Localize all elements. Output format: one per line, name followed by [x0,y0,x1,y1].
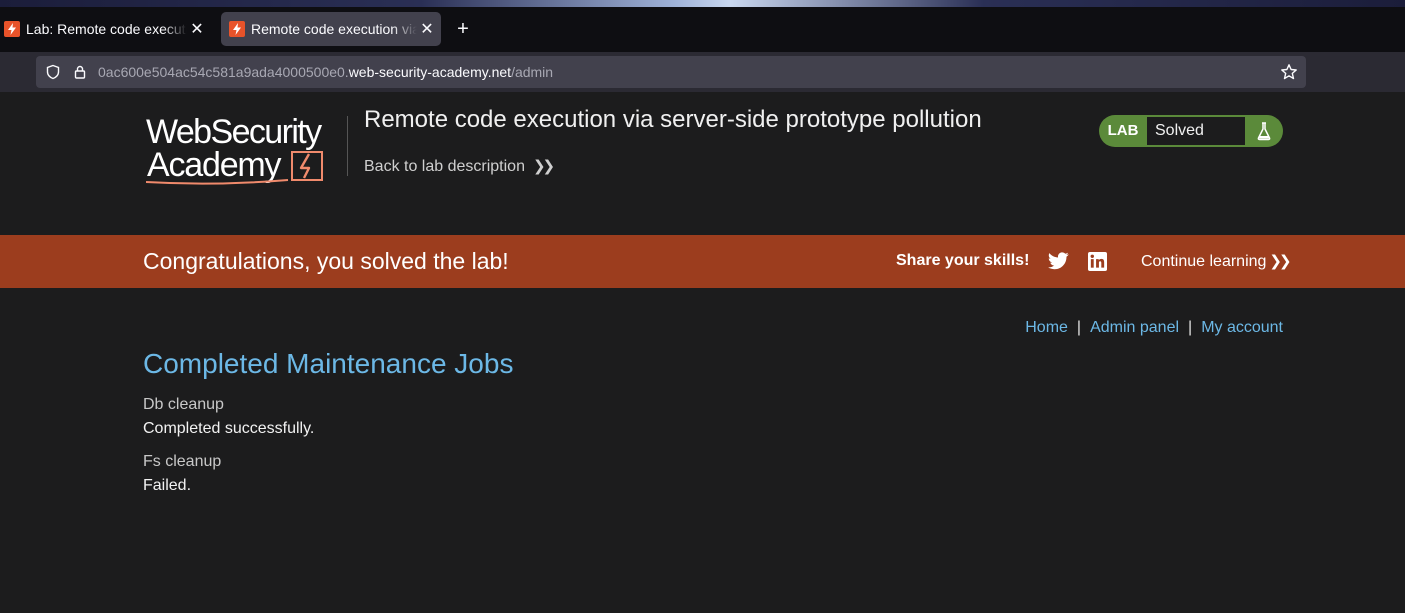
lightning-favicon-icon [4,21,20,37]
bookmark-star-icon[interactable] [1280,63,1298,81]
logo-line2: Academy [147,146,282,184]
tab-title: Lab: Remote code execution via server-si… [26,21,187,37]
lab-header: WebSecurity Academy Remote code executio… [0,92,1405,235]
tab-title: Remote code execution via server-side pr… [251,21,417,37]
nav-separator: | [1188,319,1193,336]
linkedin-icon[interactable] [1088,252,1107,271]
close-tab-icon[interactable]: ✕ [187,19,207,39]
completed-jobs-heading: Completed Maintenance Jobs [143,348,514,379]
nav-my-account-link[interactable]: My account [1201,319,1283,336]
solved-banner: Congratulations, you solved the lab! Sha… [0,235,1405,288]
back-to-lab-description-link[interactable]: Back to lab description ❯❯ [364,157,555,176]
continue-learning-label: Continue learning [1141,253,1267,270]
continue-learning-link[interactable]: Continue learning ❯❯ [1141,252,1292,271]
twitter-icon[interactable] [1048,251,1069,271]
nav-admin-panel-link[interactable]: Admin panel [1090,319,1179,336]
lightning-favicon-icon [229,21,245,37]
lab-status-widget: LAB Solved [1099,115,1283,147]
job-status: Completed successfully. [143,420,315,437]
lab-badge: LAB [1107,122,1139,139]
address-bar[interactable]: 0ac600e504ac54c581a9ada4000500e0.web-sec… [36,56,1306,88]
back-link-label: Back to lab description [364,158,525,175]
web-security-academy-logo[interactable]: WebSecurity Academy [146,114,346,186]
double-chevron-right-icon: ❯❯ [532,158,555,175]
lab-status-text: Solved [1147,117,1245,145]
job-status: Failed. [143,477,192,494]
lock-icon[interactable] [72,64,88,80]
job-name: Db cleanup [143,396,224,413]
congratulations-message: Congratulations, you solved the lab! [143,248,509,274]
shield-icon[interactable] [45,64,61,80]
close-tab-icon[interactable]: ✕ [417,19,437,39]
url-text[interactable]: 0ac600e504ac54c581a9ada4000500e0.web-sec… [98,64,553,80]
top-navigation: Home | Admin panel | My account [1025,319,1283,337]
share-skills-label: Share your skills! [896,252,1030,269]
nav-home-link[interactable]: Home [1025,319,1068,336]
window-top-strip [0,0,1405,7]
double-chevron-right-icon: ❯❯ [1269,253,1291,270]
new-tab-button[interactable]: + [452,18,474,40]
logo-divider [347,116,348,176]
page-content: WebSecurity Academy Remote code executio… [0,92,1405,613]
tab-lab-description[interactable]: Lab: Remote code execution via server-si… [0,12,211,46]
job-name: Fs cleanup [143,453,222,470]
tab-bar: Lab: Remote code execution via server-si… [0,7,1405,52]
lab-title: Remote code execution via server-side pr… [364,106,982,133]
navigation-bar: 0ac600e504ac54c581a9ada4000500e0.web-sec… [0,52,1405,92]
nav-separator: | [1076,319,1082,336]
tab-current-lab[interactable]: Remote code execution via server-side pr… [221,12,441,46]
flask-icon [1245,115,1283,147]
